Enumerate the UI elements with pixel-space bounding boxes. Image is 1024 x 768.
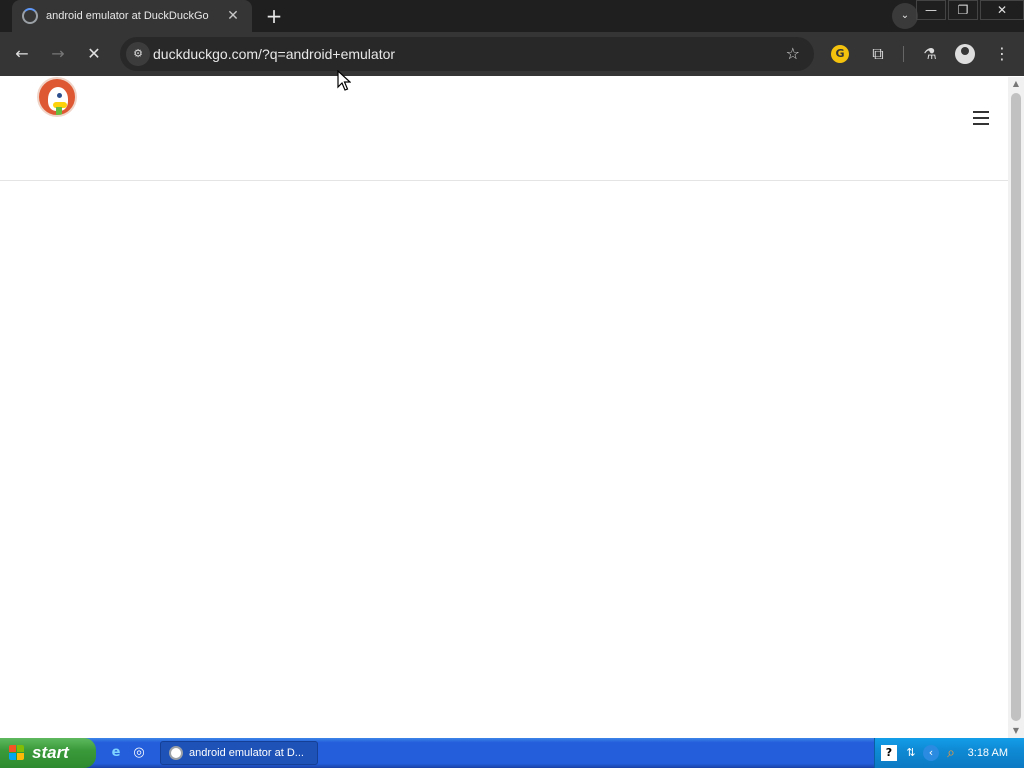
browser-tab-strip: android emulator at DuckDuckGo ✕ + ⌄ — ❐… <box>0 0 1024 32</box>
start-button[interactable]: start <box>0 738 96 768</box>
header-divider <box>0 180 1008 181</box>
bookmark-star-icon[interactable]: ☆ <box>786 37 800 71</box>
browser-menu-icon[interactable]: ⋮ <box>992 41 1012 67</box>
tab-title: android emulator at DuckDuckGo <box>46 10 209 22</box>
window-close-button[interactable]: ✕ <box>980 0 1024 20</box>
stop-loading-button[interactable]: ✕ <box>80 40 108 68</box>
help-icon[interactable]: ? <box>881 745 897 761</box>
duck-tie <box>56 107 62 115</box>
toolbar-divider <box>903 46 904 62</box>
extensions-puzzle-icon[interactable]: ⧉ <box>866 41 890 67</box>
address-bar[interactable]: ⚙ duckduckgo.com/?q=android+emulator ☆ <box>120 37 814 71</box>
minimize-button[interactable]: — <box>916 0 946 20</box>
scroll-up-arrow-icon[interactable]: ▲ <box>1008 77 1024 91</box>
windows-flag-icon <box>9 745 26 761</box>
scroll-thumb[interactable] <box>1011 93 1021 721</box>
back-button[interactable]: ← <box>8 40 36 68</box>
windows-taskbar: start e ◎ android emulator at D... ? ⇅ ‹… <box>0 738 1024 768</box>
hamburger-line <box>973 123 989 125</box>
search-icon[interactable]: ⌕ <box>943 745 959 761</box>
forward-button[interactable]: → <box>44 40 72 68</box>
network-icon[interactable]: ⇅ <box>903 745 919 761</box>
chrome-icon <box>169 746 183 760</box>
hamburger-line <box>973 111 989 113</box>
browser-toolbar: ← → ✕ ⚙ duckduckgo.com/?q=android+emulat… <box>0 32 1024 76</box>
restore-button[interactable]: ❐ <box>948 0 978 20</box>
taskbar-clock: 3:18 AM <box>967 747 1008 759</box>
page-content <box>0 77 1008 738</box>
browser-tab[interactable]: android emulator at DuckDuckGo ✕ <box>12 0 252 32</box>
task-item-title: android emulator at D... <box>189 747 304 759</box>
new-tab-button[interactable]: + <box>262 4 286 28</box>
labs-flask-icon[interactable]: ⚗ <box>918 41 942 67</box>
internet-explorer-icon[interactable]: e <box>108 745 124 761</box>
extension-icon[interactable]: G <box>831 45 849 63</box>
duck-eye <box>57 93 62 98</box>
scroll-down-arrow-icon[interactable]: ▼ <box>1008 724 1024 738</box>
system-tray: ? ⇅ ‹ ⌕ 3:18 AM <box>874 738 1024 768</box>
start-label: start <box>32 743 69 762</box>
window-controls: — ❐ ✕ <box>914 0 1024 20</box>
hamburger-menu-icon[interactable] <box>973 111 989 125</box>
tray-expand-icon[interactable]: ‹ <box>923 745 939 761</box>
mouse-cursor-icon <box>337 70 351 91</box>
hamburger-line <box>973 117 989 119</box>
page-scrollbar[interactable]: ▲ ▼ <box>1008 77 1024 738</box>
taskbar-chrome-window[interactable]: android emulator at D... <box>160 741 318 765</box>
url-text[interactable]: duckduckgo.com/?q=android+emulator <box>153 37 395 71</box>
site-info-icon[interactable]: ⚙ <box>126 42 150 66</box>
profile-avatar-icon[interactable] <box>955 44 975 64</box>
duckduckgo-logo[interactable] <box>37 77 77 117</box>
tab-close-icon[interactable]: ✕ <box>224 8 242 24</box>
loading-spinner-icon <box>22 8 38 24</box>
quick-launch-icon[interactable]: ◎ <box>131 745 147 761</box>
